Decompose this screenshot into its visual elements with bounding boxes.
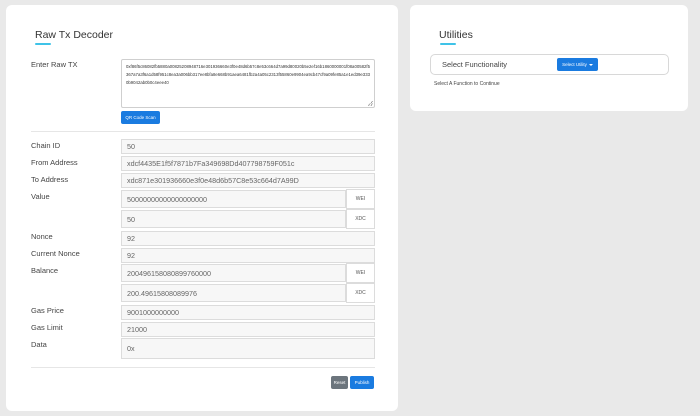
chain-id-label: Chain ID xyxy=(31,141,61,150)
data-field[interactable]: 0x xyxy=(121,338,375,359)
select-functionality-row: Select Functionality Select Utility xyxy=(430,54,669,75)
to-address-field[interactable]: xdc871e301936660e3f0e48d6b57C8e53c664d7A… xyxy=(121,173,375,188)
gas-limit-label: Gas Limit xyxy=(31,323,63,332)
qr-code-scan-button[interactable]: QR Code Scan xyxy=(121,111,160,124)
balance-xdc-unit: XDC xyxy=(346,283,375,303)
decoder-title-underline xyxy=(35,43,51,45)
select-utility-label: Select Utility xyxy=(562,62,587,67)
raw-tx-textarea[interactable]: 0xf86f5c86082fb5880a00825208948716e30193… xyxy=(121,59,375,108)
decoder-divider-top xyxy=(31,131,375,132)
utilities-title-underline xyxy=(440,43,456,45)
gas-price-label: Gas Price xyxy=(31,306,64,315)
current-nonce-field[interactable]: 92 xyxy=(121,248,375,263)
decoder-title: Raw Tx Decoder xyxy=(35,29,114,41)
value-wei-field[interactable]: 50000000000000000000 xyxy=(121,190,346,208)
balance-xdc-field[interactable]: 200.49615808089976 xyxy=(121,284,346,302)
raw-tx-label: Enter Raw TX xyxy=(31,60,78,69)
balance-wei-field[interactable]: 200496158080899760000 xyxy=(121,264,346,282)
decoder-divider-bottom xyxy=(31,367,375,368)
current-nonce-label: Current Nonce xyxy=(31,249,80,258)
value-label: Value xyxy=(31,192,50,201)
data-label: Data xyxy=(31,340,47,349)
from-address-field[interactable]: xdcf4435E1f5f7871b7Fa349698Dd407798759F0… xyxy=(121,156,375,171)
chevron-down-icon xyxy=(588,63,593,66)
select-functionality-label: Select Functionality xyxy=(442,60,508,69)
value-wei-unit: WEI xyxy=(346,189,375,209)
value-xdc-field[interactable]: 50 xyxy=(121,210,346,228)
chain-id-field[interactable]: 50 xyxy=(121,139,375,154)
value-xdc-unit: XDC xyxy=(346,209,375,229)
raw-tx-decoder-card: Raw Tx Decoder Enter Raw TX 0xf86f5c8608… xyxy=(6,5,398,411)
utilities-card: Utilities Select Functionality Select Ut… xyxy=(410,5,688,111)
from-address-label: From Address xyxy=(31,158,78,167)
nonce-field[interactable]: 92 xyxy=(121,231,375,246)
balance-wei-unit: WEI xyxy=(346,263,375,283)
utilities-title: Utilities xyxy=(439,29,473,41)
to-address-label: To Address xyxy=(31,175,69,184)
utilities-hint: Select A Function to Continue xyxy=(434,81,500,87)
select-utility-button[interactable]: Select Utility xyxy=(557,58,598,71)
reset-button[interactable]: Reset xyxy=(331,376,348,389)
balance-label: Balance xyxy=(31,266,59,275)
gas-price-field[interactable]: 9001000000000 xyxy=(121,305,375,320)
resize-grip-icon[interactable] xyxy=(368,101,373,106)
nonce-label: Nonce xyxy=(31,232,53,241)
publish-button[interactable]: Publish xyxy=(350,376,374,389)
gas-limit-field[interactable]: 21000 xyxy=(121,322,375,337)
